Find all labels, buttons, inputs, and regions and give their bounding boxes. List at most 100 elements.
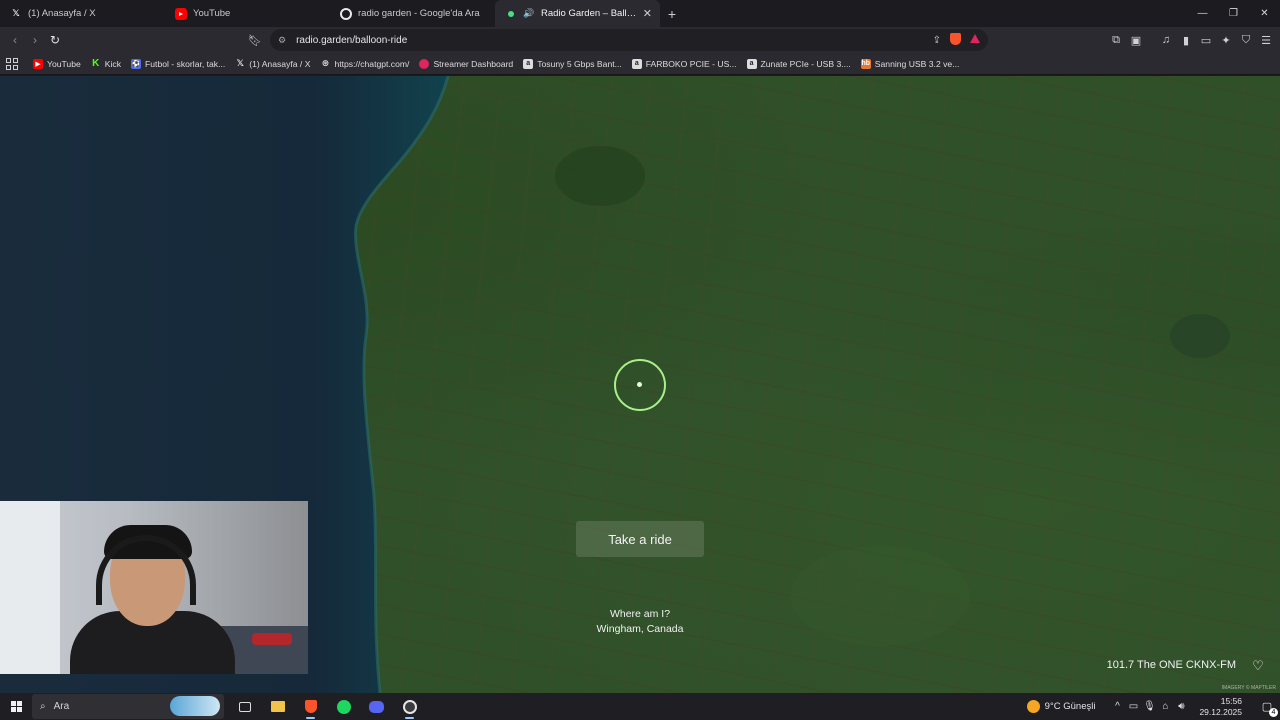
discord-taskbar-button[interactable]	[360, 693, 393, 720]
clock[interactable]: 15:56 29.12.2025	[1199, 696, 1242, 718]
site-info-icon[interactable]: ⚙	[278, 35, 286, 46]
hb-icon: hb	[860, 58, 871, 69]
where-am-i-label: Where am I?	[609, 608, 671, 620]
folder-icon	[270, 701, 285, 712]
map-attribution: IMAGERY © MAPTILER	[1221, 685, 1276, 691]
bookmark-zunate[interactable]: a Zunate PCIe - USB 3....	[742, 53, 856, 75]
taskbar-apps	[228, 693, 426, 720]
location-info[interactable]: Where am I? Wingham, Canada	[560, 607, 720, 637]
brave-taskbar-button[interactable]	[294, 693, 327, 720]
bookmark-icon[interactable]: 🔖︎	[247, 30, 263, 50]
obs-taskbar-button[interactable]	[393, 693, 426, 720]
tab-radio-garden[interactable]: 🔊 Radio Garden – Balloon Ride ✕	[495, 0, 660, 27]
favorite-heart-icon[interactable]: ♡	[1248, 656, 1268, 676]
media-icon[interactable]: ▣	[1130, 30, 1142, 50]
bookmark-tosuny[interactable]: a Tosuny 5 Gbps Bant...	[518, 53, 627, 75]
search-highlight-image	[170, 696, 220, 716]
tab-close-icon[interactable]: ✕	[643, 7, 652, 20]
minimize-button[interactable]: —	[1187, 0, 1218, 27]
obs-icon	[402, 699, 417, 714]
browser-toolbar: ‹ › ↻ 🔖︎ ⚙ radio.garden/balloon-ride ⇪ ⧉…	[0, 27, 1280, 53]
brave-rewards-icon[interactable]	[970, 34, 980, 46]
chevron-up-icon[interactable]: ^	[1109, 701, 1125, 712]
bookmark-label: Kick	[104, 58, 122, 69]
recording-dot-icon	[505, 8, 517, 20]
amazon-icon: a	[523, 58, 534, 69]
amazon-icon: a	[631, 58, 642, 69]
brave-shields-icon[interactable]	[950, 32, 961, 48]
menu-icon[interactable]: ☰	[1260, 30, 1272, 50]
display-icon[interactable]: ▭	[1125, 701, 1141, 712]
bookmark-sanning[interactable]: hb Sanning USB 3.2 ve...	[856, 53, 965, 75]
window-controls: — ❐ ✕	[1187, 0, 1280, 27]
sidebar-icon[interactable]: ▮	[1180, 30, 1192, 50]
bookmark-futbol[interactable]: ⚽ Futbol - skorlar, tak...	[126, 53, 230, 75]
x-logo-icon: 𝕏	[236, 58, 244, 68]
kick-icon: K	[92, 58, 100, 69]
spotify-taskbar-button[interactable]	[327, 693, 360, 720]
streamer-icon	[419, 58, 430, 69]
network-icon[interactable]: ⌂	[1157, 701, 1173, 712]
tab-youtube[interactable]: YouTube	[165, 0, 330, 27]
search-icon: ⌕	[40, 701, 46, 712]
tab-title: radio garden - Google'da Ara	[358, 8, 480, 19]
bookmark-x[interactable]: 𝕏 (1) Anasayfa / X	[230, 53, 315, 75]
address-bar[interactable]: ⚙ radio.garden/balloon-ride ⇪	[270, 29, 988, 51]
wallet-icon[interactable]: ▭	[1200, 30, 1212, 50]
take-a-ride-button[interactable]: Take a ride	[576, 521, 704, 557]
back-arrow-icon[interactable]: ‹	[5, 30, 25, 50]
futbol-icon: ⚽	[131, 58, 142, 69]
bookmark-chatgpt[interactable]: ⊛ https://chatgpt.com/	[315, 53, 414, 75]
bookmark-streamer-dashboard[interactable]: Streamer Dashboard	[414, 53, 518, 75]
file-explorer-button[interactable]	[261, 693, 294, 720]
brave-icon	[304, 700, 317, 713]
webcam-wall	[0, 501, 60, 674]
google-icon	[340, 7, 352, 20]
tab-google-search[interactable]: radio garden - Google'da Ara	[330, 0, 495, 27]
task-view-button[interactable]	[228, 693, 261, 720]
tab-strip: 𝕏 (1) Anasayfa / X YouTube radio garden …	[0, 0, 1280, 27]
reload-icon[interactable]: ↻	[45, 30, 65, 50]
bookmark-label: Zunate PCIe - USB 3....	[760, 58, 851, 69]
music-icon[interactable]: ♫	[1160, 30, 1172, 50]
bookmark-farboko[interactable]: a FARBOKO PCIE - US...	[627, 53, 742, 75]
forward-arrow-icon[interactable]: ›	[25, 30, 45, 50]
speaker-icon[interactable]: 🔊	[523, 8, 535, 20]
apps-grid-icon[interactable]	[6, 57, 20, 70]
tab-title: (1) Anasayfa / X	[28, 8, 96, 19]
extensions-icon[interactable]: ⧉	[1110, 30, 1122, 50]
location-name: Wingham, Canada	[596, 623, 684, 635]
weather-widget[interactable]: 9°C Güneşli	[1026, 700, 1096, 713]
new-tab-button[interactable]: +	[660, 0, 684, 27]
tab-title: Radio Garden – Balloon Ride	[541, 8, 637, 19]
start-button[interactable]	[0, 693, 32, 720]
search-placeholder: Ara	[53, 701, 70, 712]
vpn-shield-icon[interactable]: ⛉	[1240, 30, 1252, 50]
bookmark-label: Streamer Dashboard	[433, 58, 514, 69]
close-window-button[interactable]: ✕	[1249, 0, 1280, 27]
amazon-icon: a	[746, 58, 757, 69]
station-name[interactable]: 101.7 The ONE CKNX-FM	[1107, 659, 1236, 671]
discord-icon	[369, 700, 384, 713]
youtube-icon	[175, 7, 187, 20]
bookmark-label: Futbol - skorlar, tak...	[145, 58, 226, 69]
url-text[interactable]: radio.garden/balloon-ride	[296, 35, 924, 46]
restore-button[interactable]: ❐	[1218, 0, 1249, 27]
clock-date: 29.12.2025	[1199, 706, 1242, 717]
bookmark-kick[interactable]: K Kick	[86, 53, 126, 75]
bookmark-youtube[interactable]: ▶ YouTube	[28, 53, 86, 75]
leo-ai-icon[interactable]: ✦	[1220, 30, 1232, 50]
volume-icon[interactable]: 🔊︎	[1173, 701, 1189, 712]
task-view-icon	[238, 701, 251, 712]
tab-x[interactable]: 𝕏 (1) Anasayfa / X	[0, 0, 165, 27]
webcam-red-cloth	[252, 633, 292, 645]
chatgpt-icon: ⊛	[321, 58, 330, 68]
microphone-icon[interactable]: 🎙︎	[1141, 701, 1157, 712]
youtube-icon: ▶	[33, 58, 43, 69]
system-tray: 9°C Güneşli ^ ▭ 🎙︎ ⌂ 🔊︎ 15:56 29.12.2025…	[1026, 693, 1280, 720]
clock-time: 15:56	[1220, 695, 1242, 706]
notification-center-button[interactable]: ▢ 4	[1254, 700, 1280, 717]
share-icon[interactable]: ⇪	[933, 35, 941, 46]
weather-text: 9°C Güneşli	[1044, 701, 1096, 712]
taskbar-search[interactable]: ⌕ Ara	[32, 694, 224, 719]
